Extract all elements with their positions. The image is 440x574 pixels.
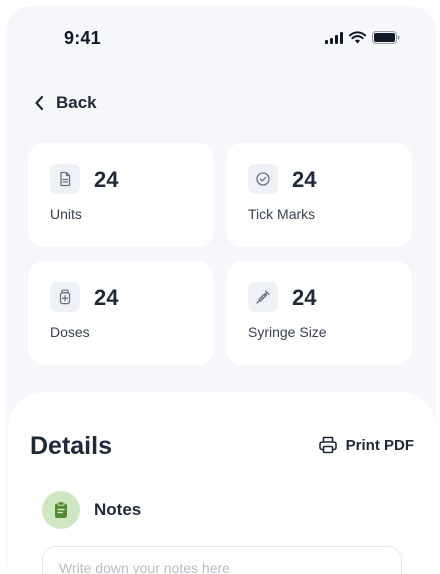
status-icons <box>325 31 400 44</box>
stat-value: 24 <box>94 285 119 310</box>
back-button[interactable]: Back <box>34 93 97 113</box>
status-time: 9:41 <box>64 28 101 48</box>
print-pdf-label: Print PDF <box>345 436 414 454</box>
chevron-left-icon <box>35 95 44 111</box>
check-circle-icon <box>248 164 278 194</box>
stat-label: Syringe Size <box>248 324 327 340</box>
stat-value: 24 <box>292 167 317 192</box>
syringe-icon <box>248 282 278 312</box>
stat-card-units: 24 Units <box>28 143 214 247</box>
stat-card-doses: 24 Doses <box>28 261 214 365</box>
stat-card-tick-marks: 24 Tick Marks <box>226 143 412 247</box>
back-label: Back <box>56 93 97 112</box>
stat-label: Units <box>50 206 82 222</box>
medicine-bottle-icon <box>50 282 80 312</box>
printer-icon <box>318 436 337 454</box>
wifi-icon <box>349 31 366 44</box>
notes-input[interactable] <box>42 546 402 574</box>
notes-label: Notes <box>94 500 142 519</box>
stat-card-syringe-size: 24 Syringe Size <box>226 261 412 365</box>
cellular-signal-icon <box>325 31 343 44</box>
stat-label: Doses <box>50 324 90 340</box>
notes-header: Notes <box>42 491 141 529</box>
clipboard-icon <box>42 491 80 529</box>
battery-icon <box>372 31 400 44</box>
stat-label: Tick Marks <box>248 206 316 222</box>
document-icon <box>50 164 80 194</box>
stat-value: 24 <box>292 285 317 310</box>
print-pdf-button[interactable]: Print PDF <box>318 435 414 455</box>
stat-value: 24 <box>94 167 119 192</box>
details-title: Details <box>30 432 112 460</box>
details-sheet: Details Print PDF Notes <box>8 392 436 574</box>
app-screen: 9:41 Back 24 Units 24 Tick Marks 24 Dose… <box>6 6 436 574</box>
